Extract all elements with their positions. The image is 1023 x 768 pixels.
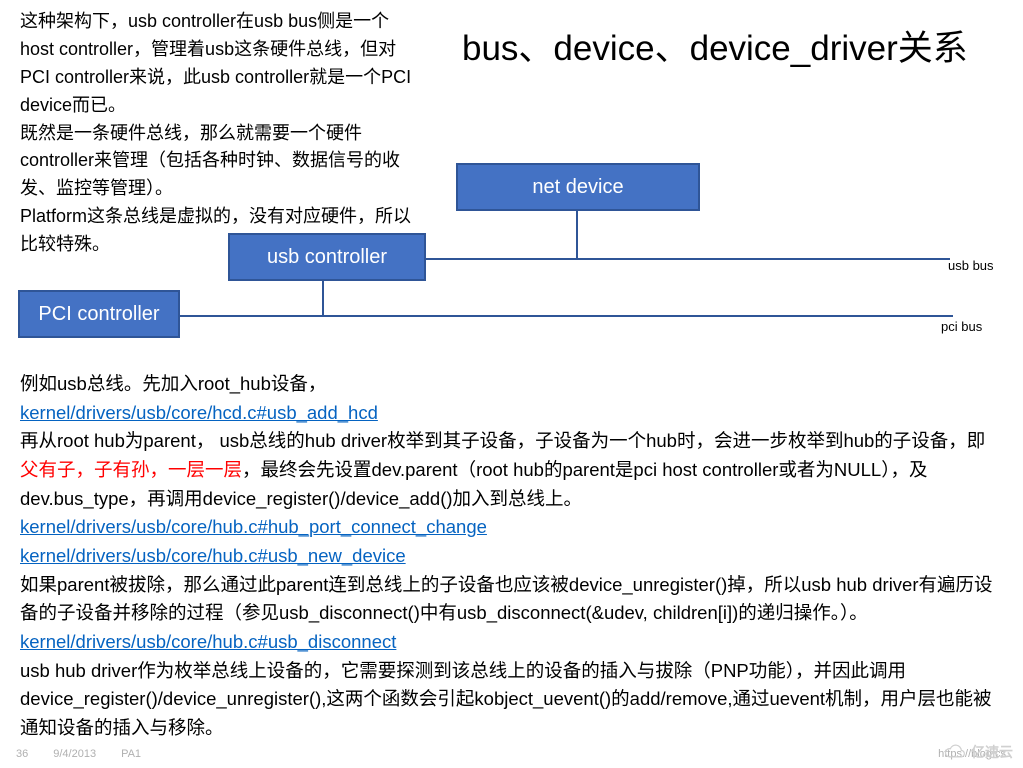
pci-controller-label: PCI controller [38, 303, 159, 326]
connector-net-to-usb-bus [576, 211, 578, 258]
intro-p2: 既然是一条硬件总线，那么就需要一个硬件controller来管理（包括各种时钟、… [20, 123, 400, 199]
body-p3: 如果parent被拔除，那么通过此parent连到总线上的子设备也应该被devi… [20, 574, 993, 624]
usb-bus-label: usb bus [948, 258, 994, 273]
watermark: 亿速云 [941, 742, 1013, 762]
pci-controller-box: PCI controller [18, 290, 180, 338]
footer-author: PA1 [121, 748, 141, 760]
link-hcd[interactable]: kernel/drivers/usb/core/hcd.c#usb_add_hc… [20, 402, 378, 423]
footer: 36 9/4/2013 PA1 https://blog.cs [16, 748, 1006, 760]
intro-p1: 这种架构下，usb controller在usb bus侧是一个host con… [20, 11, 411, 115]
body-p2-red: 父有子，子有孙，一层一层 [20, 459, 242, 480]
page-title: bus、device、device_driver关系 [462, 20, 968, 71]
usb-controller-box: usb controller [228, 233, 426, 281]
usb-controller-label: usb controller [267, 246, 387, 269]
link-usb-disconnect[interactable]: kernel/drivers/usb/core/hub.c#usb_discon… [20, 631, 396, 652]
footer-date: 9/4/2013 [53, 748, 96, 760]
cloud-icon [941, 743, 967, 761]
link-hub-port-connect-change[interactable]: kernel/drivers/usb/core/hub.c#hub_port_c… [20, 516, 487, 537]
watermark-text: 亿速云 [971, 742, 1013, 762]
link-usb-new-device[interactable]: kernel/drivers/usb/core/hub.c#usb_new_de… [20, 545, 406, 566]
intro-paragraphs: 这种架构下，usb controller在usb bus侧是一个host con… [20, 8, 415, 259]
slide-number: 36 [16, 748, 28, 760]
body-p4: usb hub driver作为枚举总线上设备的，它需要探测到该总线上的设备的插… [20, 660, 992, 738]
net-device-box: net device [456, 163, 700, 211]
pci-bus-label: pci bus [941, 319, 982, 334]
body-p2a: 再从root hub为parent， usb总线的hub driver枚举到其子… [20, 430, 985, 451]
connector-usb-to-pci-bus [322, 281, 324, 315]
body-p1: 例如usb总线。先加入root_hub设备， [20, 373, 326, 394]
net-device-label: net device [532, 176, 623, 199]
pci-bus-line [100, 315, 953, 317]
explanation-body: 例如usb总线。先加入root_hub设备， kernel/drivers/us… [20, 370, 995, 743]
